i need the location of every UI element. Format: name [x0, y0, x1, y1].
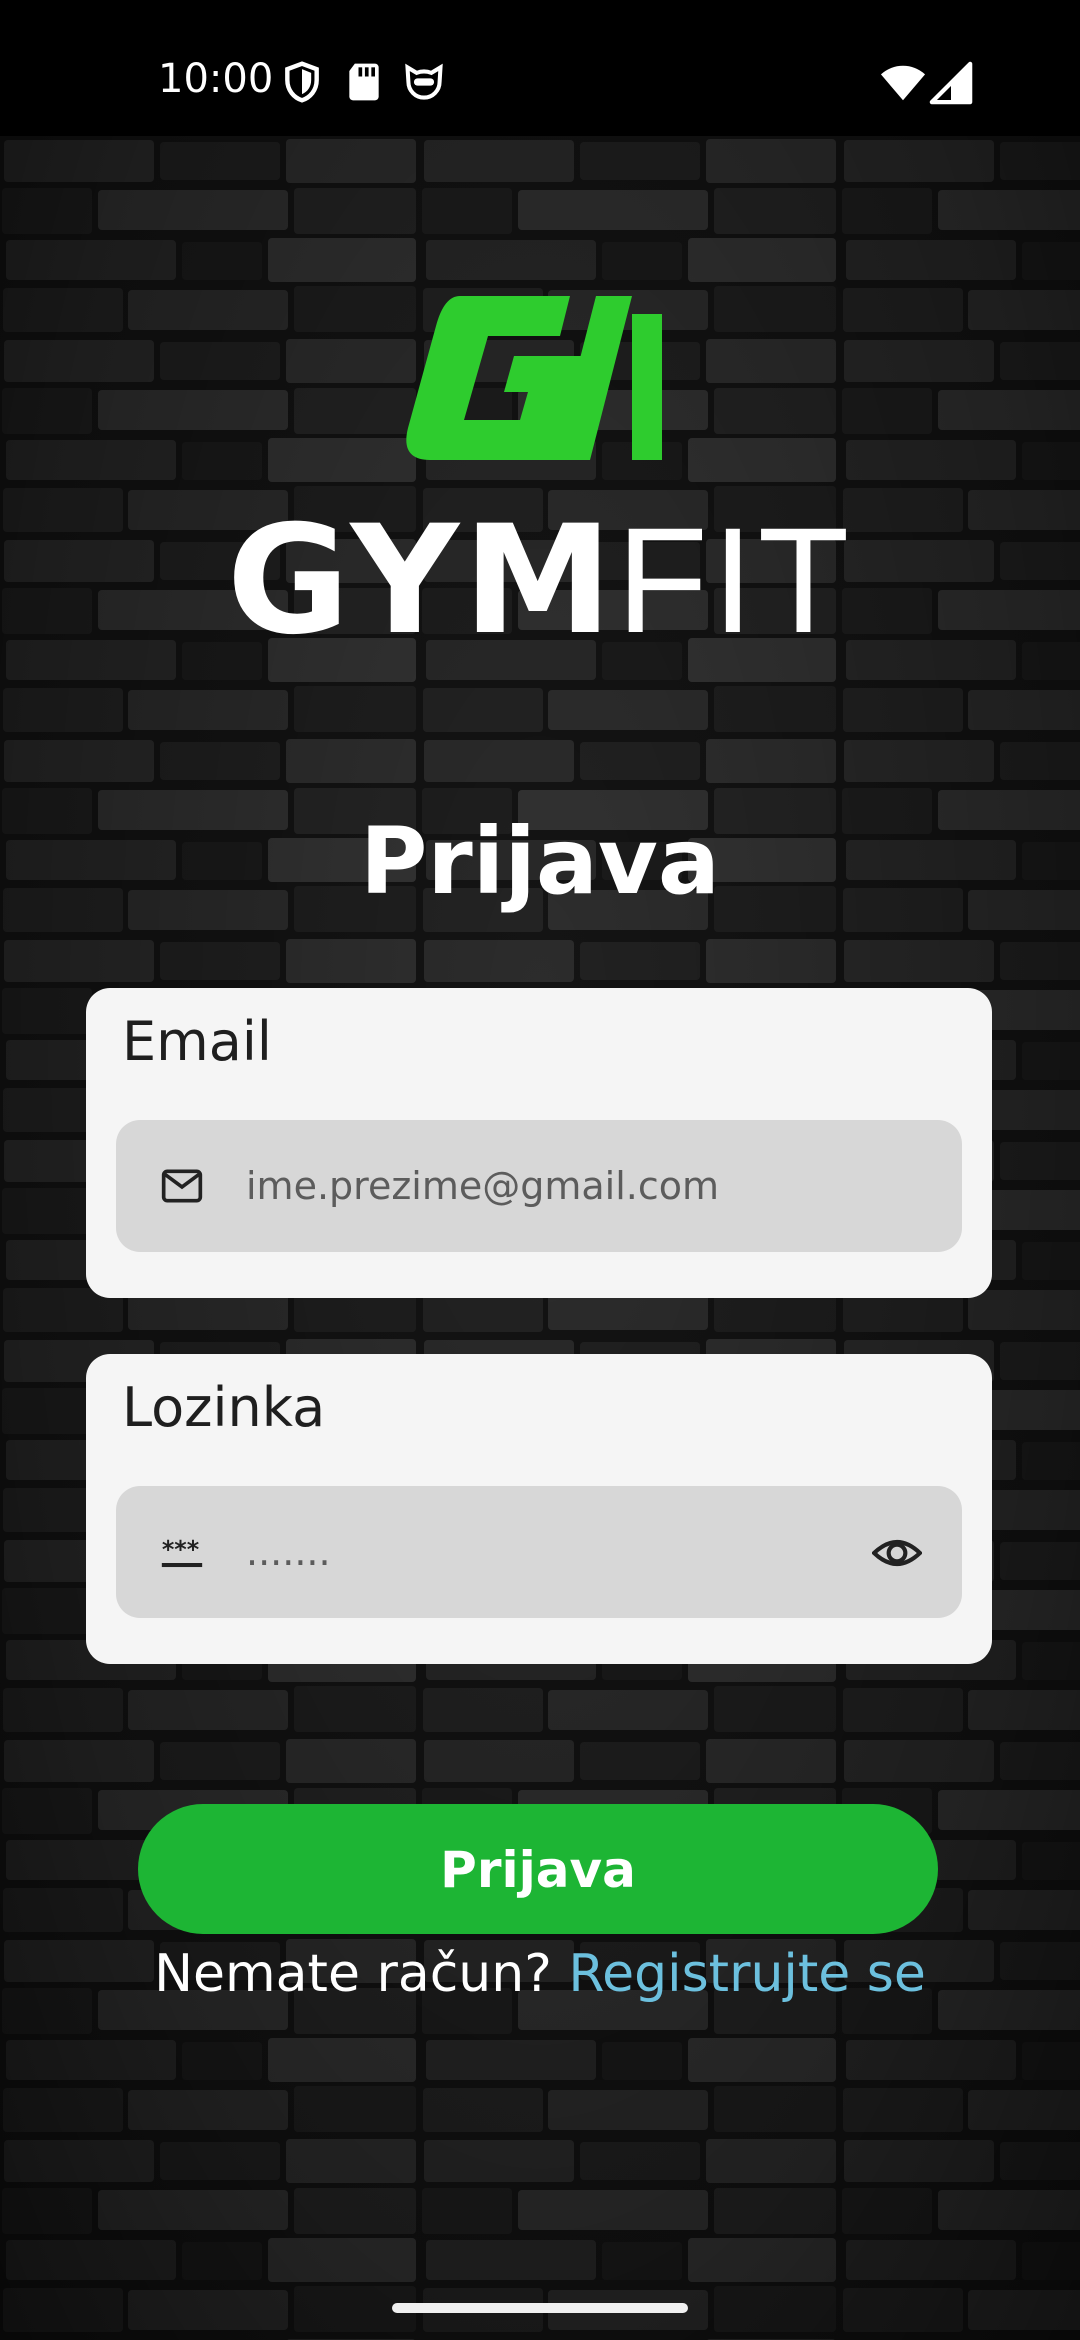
gymfit-wordmark: GYMFIT [0, 500, 1080, 661]
wifi-icon [880, 65, 926, 101]
email-field[interactable] [116, 1120, 962, 1252]
wordmark-gym: GYM [226, 494, 617, 668]
mail-icon [161, 1169, 203, 1203]
email-card: Email [86, 988, 992, 1298]
email-input[interactable] [246, 1120, 866, 1252]
register-row: Nemate račun? Registrujte se [0, 1944, 1080, 2004]
password-label: Lozinka [122, 1376, 326, 1439]
svg-text:***: *** [162, 1536, 199, 1564]
cat-face-icon [405, 63, 443, 100]
wordmark-fit: FIT [616, 496, 854, 664]
status-bar: 10:00 [0, 0, 1080, 136]
email-label: Email [122, 1010, 272, 1073]
register-link[interactable]: Registrujte se [568, 1944, 926, 2004]
gymfit-logo-mark [406, 296, 662, 460]
eye-icon[interactable] [872, 1528, 922, 1578]
home-indicator[interactable] [392, 2303, 688, 2313]
login-screen: 10:00 GYMFIT Prijava Email ime.prezime@g… [0, 0, 1080, 2340]
signal-icon [929, 61, 973, 105]
password-card: Lozinka *** [86, 1354, 992, 1664]
sd-card-icon [349, 63, 379, 101]
status-time: 10:00 [158, 56, 274, 102]
register-prompt: Nemate račun? [154, 1944, 552, 2004]
password-icon: *** [161, 1536, 203, 1568]
login-button[interactable]: Prijava [138, 1804, 938, 1934]
password-input[interactable] [246, 1486, 866, 1618]
page-title: Prijava [359, 808, 720, 915]
shield-icon [285, 61, 319, 103]
password-field[interactable]: *** [116, 1486, 962, 1618]
